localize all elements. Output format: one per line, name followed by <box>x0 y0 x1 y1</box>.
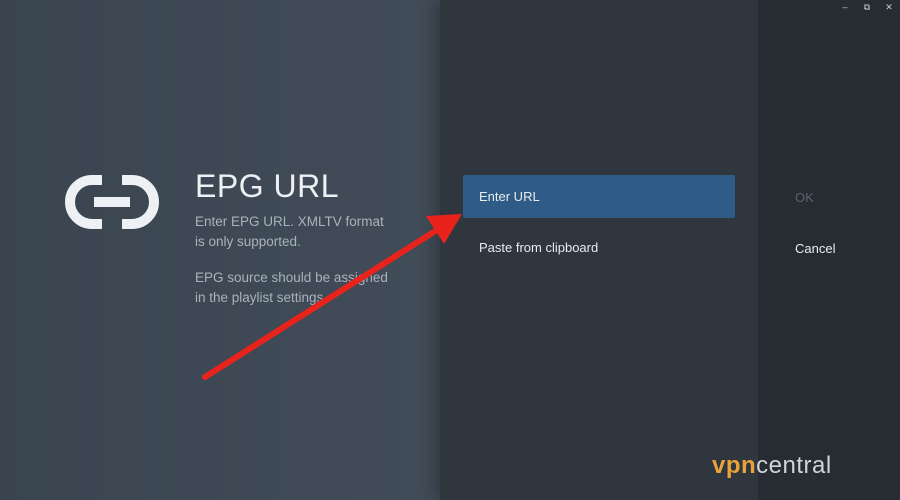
paste-from-clipboard-option[interactable]: Paste from clipboard <box>463 226 735 269</box>
page-title: EPG URL <box>195 168 339 204</box>
enter-url-label: Enter URL <box>479 189 540 204</box>
paste-label: Paste from clipboard <box>479 240 599 255</box>
app-screen: EPG URL Enter EPG URL. XMLTV format is o… <box>0 0 900 500</box>
cancel-button[interactable]: Cancel <box>795 241 835 256</box>
close-icon[interactable]: ✕ <box>878 0 900 14</box>
ok-button[interactable]: OK <box>795 190 814 205</box>
assignment-description: EPG source should be assigned in the pla… <box>195 270 388 305</box>
enter-url-option[interactable]: Enter URL <box>463 175 735 218</box>
link-icon <box>65 175 159 229</box>
minimize-icon[interactable]: – <box>834 0 856 14</box>
maximize-icon[interactable]: ⧉ <box>856 0 878 14</box>
actions-panel: OK Cancel <box>758 0 900 500</box>
format-description: Enter EPG URL. XMLTV format is only supp… <box>195 214 384 249</box>
watermark-brand-a: vpn <box>712 452 757 479</box>
window-controls: – ⧉ ✕ <box>834 0 900 14</box>
options-panel: Enter URL Paste from clipboard <box>440 0 758 500</box>
guidance-panel: EPG URL Enter EPG URL. XMLTV format is o… <box>0 0 440 500</box>
watermark-brand-b: central <box>756 452 832 479</box>
watermark-logo: vpncentral <box>712 452 832 480</box>
